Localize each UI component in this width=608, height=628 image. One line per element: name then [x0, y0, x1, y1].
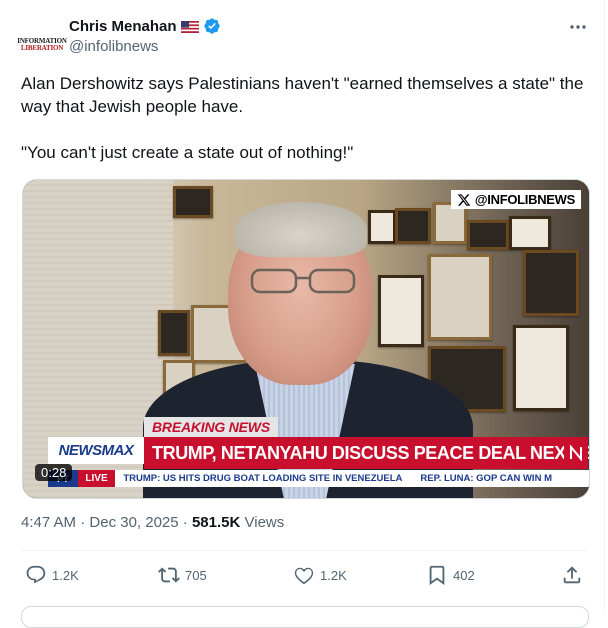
wall-frame: [395, 208, 431, 244]
tweet-card: INFORMATION LIBERATION Chris Menahan @in…: [0, 0, 605, 628]
share-icon: [563, 566, 581, 584]
reply-icon: [26, 565, 46, 584]
news-headline: TRUMP, NETANYAHU DISCUSS PEACE DEAL NEXT…: [152, 442, 590, 463]
breaking-news-label: BREAKING NEWS: [144, 417, 278, 437]
author-handle[interactable]: @infolibnews: [69, 38, 158, 55]
wall-frame: [378, 275, 424, 347]
heart-icon: [294, 567, 314, 585]
tweet-paragraph: "You can't just create a state out of no…: [21, 143, 354, 162]
reply-count: 1.2K: [52, 567, 79, 583]
wall-frame: [158, 310, 190, 356]
bookmark-button[interactable]: 402: [426, 562, 475, 588]
network-logo-text: NEWSMAX: [58, 442, 134, 459]
us-flag-icon: [180, 20, 199, 33]
video-watermark: @INFOLIBNEWS: [450, 190, 581, 209]
network-logo: NEWSMAX: [48, 437, 144, 464]
ticker-text: TRUMP: US HITS DRUG BOAT LOADING SITE IN…: [115, 473, 589, 484]
avatar[interactable]: INFORMATION LIBERATION: [17, 25, 67, 65]
like-button[interactable]: 1.2K: [293, 562, 347, 588]
reply-button[interactable]: 1.2K: [25, 562, 79, 588]
author-name[interactable]: Chris Menahan: [69, 18, 177, 35]
repost-icon: [158, 567, 180, 583]
wall-frame: [173, 186, 213, 218]
repost-count: 705: [185, 567, 207, 583]
wall-frame: [523, 250, 579, 316]
speaker-hair: [235, 202, 367, 257]
watermark-text: @INFOLIBNEWS: [474, 192, 575, 207]
repost-button[interactable]: 705: [158, 562, 207, 588]
x-logo-icon: [457, 193, 471, 206]
reply-input-box[interactable]: [21, 606, 589, 628]
tweet-paragraph: Alan Dershowitz says Palestinians haven'…: [21, 74, 584, 116]
tweet-text: Alan Dershowitz says Palestinians haven'…: [21, 72, 586, 164]
live-badge: LIVE: [77, 470, 116, 487]
tweet-time[interactable]: 4:47 AM: [21, 514, 76, 531]
wall-frame: [509, 216, 551, 250]
wall-frame: [467, 220, 509, 250]
avatar-logo-line2: LIBERATION: [20, 44, 64, 52]
wall-frame: [368, 210, 396, 244]
news-headline-bar: TRUMP, NETANYAHU DISCUSS PEACE DEAL NEXT…: [144, 437, 589, 469]
like-count: 1.2K: [320, 567, 347, 583]
action-bar: 1.2K 705 1.2K 402: [21, 562, 587, 588]
bookmark-count: 402: [453, 567, 475, 583]
more-options-icon[interactable]: [568, 17, 588, 37]
ticker-item: REP. LUNA: GOP CAN WIN M: [420, 473, 552, 484]
ticker-item: TRUMP: US HITS DRUG BOAT LOADING SITE IN…: [123, 473, 403, 484]
breaking-news-text: BREAKING NEWS: [152, 419, 270, 435]
tweet-meta: 4:47 AM · Dec 30, 2025 · 581.5K Views: [21, 514, 285, 531]
views-count: 581.5K: [191, 514, 241, 531]
wall-frame: [513, 325, 569, 411]
divider: [21, 550, 587, 551]
share-button[interactable]: [561, 562, 583, 588]
network-n-icon: [564, 437, 588, 469]
verified-badge-icon[interactable]: [203, 17, 221, 35]
bookmark-icon: [429, 565, 445, 586]
author-name-row: Chris Menahan: [69, 17, 221, 35]
tweet-date[interactable]: Dec 30, 2025: [89, 514, 178, 531]
glasses-graphic: [250, 268, 356, 294]
news-ticker: PT LIVE TRUMP: US HITS DRUG BOAT LOADING…: [48, 470, 589, 487]
views-label: Views: [240, 514, 285, 531]
wall-frame: [428, 254, 492, 340]
video-duration: 0:28: [35, 464, 73, 481]
video-player[interactable]: @INFOLIBNEWS BREAKING NEWS NEWSMAX TRUMP…: [22, 179, 590, 499]
